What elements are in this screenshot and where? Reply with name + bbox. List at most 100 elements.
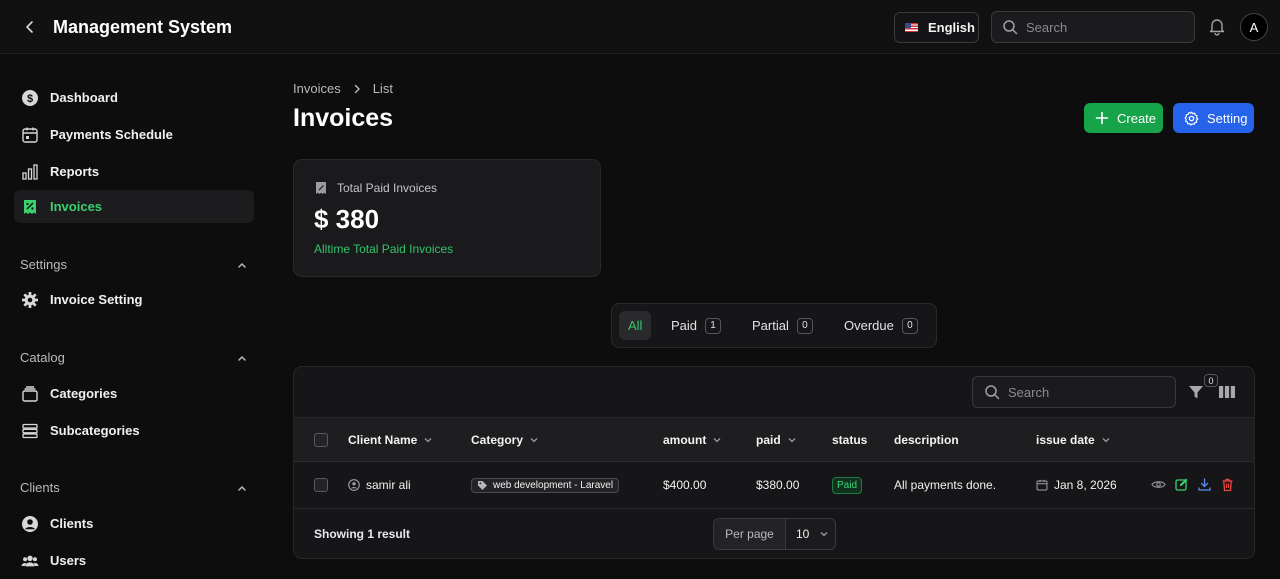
sidebar-group-clients[interactable]: Clients (20, 480, 248, 495)
sidebar-item-label: Payments Schedule (50, 127, 173, 142)
column-header-client-name[interactable]: Client Name (348, 418, 433, 461)
filter-button[interactable] (1187, 383, 1205, 401)
sidebar-group-settings[interactable]: Settings (20, 257, 248, 272)
sidebar-item-label: Clients (50, 516, 94, 531)
users-icon (21, 552, 39, 570)
user-avatar[interactable]: A (1240, 13, 1268, 41)
row-actions (1151, 477, 1235, 492)
column-header-category[interactable]: Category (471, 418, 539, 461)
cell-category: web development - Laravel (471, 462, 620, 508)
columns-icon (1219, 386, 1235, 398)
sidebar-item-invoices[interactable]: Invoices (14, 190, 254, 223)
filter-count-badge: 0 (1204, 374, 1218, 387)
stat-label: Total Paid Invoices (337, 181, 438, 195)
setting-button[interactable]: Setting (1173, 103, 1254, 133)
create-label: Create (1117, 110, 1157, 126)
table-search[interactable] (972, 376, 1176, 408)
column-label: issue date (1036, 432, 1095, 447)
sidebar-item-label: Categories (50, 386, 118, 401)
sidebar-item-label: Reports (50, 164, 100, 179)
plus-icon (1095, 111, 1109, 125)
sidebar-item-dashboard[interactable]: $ Dashboard (14, 81, 254, 114)
dollar-circle-icon: $ (21, 89, 39, 107)
tab-all[interactable]: All (619, 311, 652, 340)
cell-client: samir ali (348, 462, 411, 508)
table-search-input[interactable] (1008, 384, 1158, 400)
download-button[interactable] (1197, 477, 1212, 492)
group-label: Settings (20, 257, 67, 272)
global-search-input[interactable] (1026, 19, 1176, 35)
tab-label: Partial (752, 318, 789, 333)
breadcrumb-list: List (372, 81, 393, 96)
sidebar-item-label: Invoice Setting (50, 292, 143, 307)
group-label: Clients (20, 480, 60, 495)
table-row[interactable]: samir ali web development - Laravel $400… (294, 462, 1254, 509)
sidebar-item-label: Dashboard (50, 90, 118, 105)
column-header-amount[interactable]: amount (663, 418, 722, 461)
status-badge: Paid (832, 476, 863, 494)
table-header: Client Name Category amount paid status … (294, 417, 1254, 462)
group-label: Catalog (20, 350, 65, 365)
chevron-down-icon (1102, 437, 1110, 442)
cell-paid: $380.00 (756, 478, 800, 492)
edit-icon (1175, 478, 1188, 491)
tab-paid[interactable]: Paid 1 (662, 311, 730, 340)
client-name: samir ali (366, 478, 411, 492)
back-button[interactable] (18, 15, 42, 39)
category-label: web development - Laravel (493, 479, 614, 491)
user-icon (348, 479, 360, 491)
invoices-table: 0 Client Name Category amount paid statu… (293, 366, 1255, 559)
tab-overdue[interactable]: Overdue 0 (835, 311, 927, 340)
sidebar: $ Dashboard Payments Schedule Reports In… (0, 55, 268, 579)
filter-icon (1189, 386, 1203, 399)
edit-button[interactable] (1174, 477, 1189, 492)
sidebar-item-subcategories[interactable]: Subcategories (14, 414, 254, 447)
column-label: Category (471, 432, 524, 447)
bell-icon (1209, 19, 1225, 36)
result-count: Showing 1 result (314, 527, 411, 541)
notifications-button[interactable] (1207, 16, 1227, 36)
column-label: paid (756, 432, 781, 447)
view-button[interactable] (1151, 477, 1166, 492)
sidebar-item-invoice-setting[interactable]: Invoice Setting (14, 283, 254, 316)
column-label: description (894, 432, 959, 447)
sidebar-group-catalog[interactable]: Catalog (20, 350, 248, 365)
svg-text:$: $ (27, 93, 33, 105)
breadcrumb-invoices[interactable]: Invoices (293, 81, 341, 96)
create-button[interactable]: Create (1084, 103, 1163, 133)
top-bar: Management System English A (0, 0, 1280, 54)
stat-label-row: Total Paid Invoices (314, 181, 437, 195)
stat-value: $ 380 (314, 204, 380, 234)
sidebar-item-users[interactable]: Users (14, 544, 254, 577)
search-icon (985, 385, 1000, 400)
sidebar-item-reports[interactable]: Reports (14, 155, 254, 188)
column-label: status (832, 432, 868, 447)
columns-toggle-button[interactable] (1218, 384, 1236, 400)
category-tag: web development - Laravel (471, 477, 620, 493)
bar-chart-icon (21, 163, 39, 181)
chevron-up-icon (238, 262, 246, 268)
sidebar-item-clients[interactable]: Clients (14, 507, 254, 540)
chevron-down-icon (424, 437, 432, 442)
status-tabs: All Paid 1 Partial 0 Overdue 0 (611, 303, 937, 348)
tab-label: Paid (671, 318, 698, 333)
total-paid-card: Total Paid Invoices $ 380 Alltime Total … (293, 159, 601, 277)
row-checkbox[interactable] (314, 478, 328, 492)
page-title: Invoices (293, 104, 394, 132)
chevron-down-icon (713, 437, 721, 442)
list-icon (21, 422, 39, 440)
sidebar-item-categories[interactable]: Categories (14, 377, 254, 410)
select-all-checkbox[interactable] (314, 433, 328, 447)
sidebar-item-payments-schedule[interactable]: Payments Schedule (14, 118, 254, 151)
us-flag-icon (905, 23, 918, 32)
per-page-select[interactable]: Per page 10 (713, 518, 836, 550)
column-header-paid[interactable]: paid (756, 418, 797, 461)
tab-partial[interactable]: Partial 0 (743, 311, 822, 340)
global-search[interactable] (991, 11, 1195, 43)
user-circle-icon (21, 515, 39, 533)
column-header-issue-date[interactable]: issue date (1036, 418, 1111, 461)
search-icon (1003, 20, 1018, 35)
issue-date: Jan 8, 2026 (1054, 478, 1117, 492)
language-selector[interactable]: English (894, 12, 979, 43)
delete-button[interactable] (1220, 477, 1235, 492)
